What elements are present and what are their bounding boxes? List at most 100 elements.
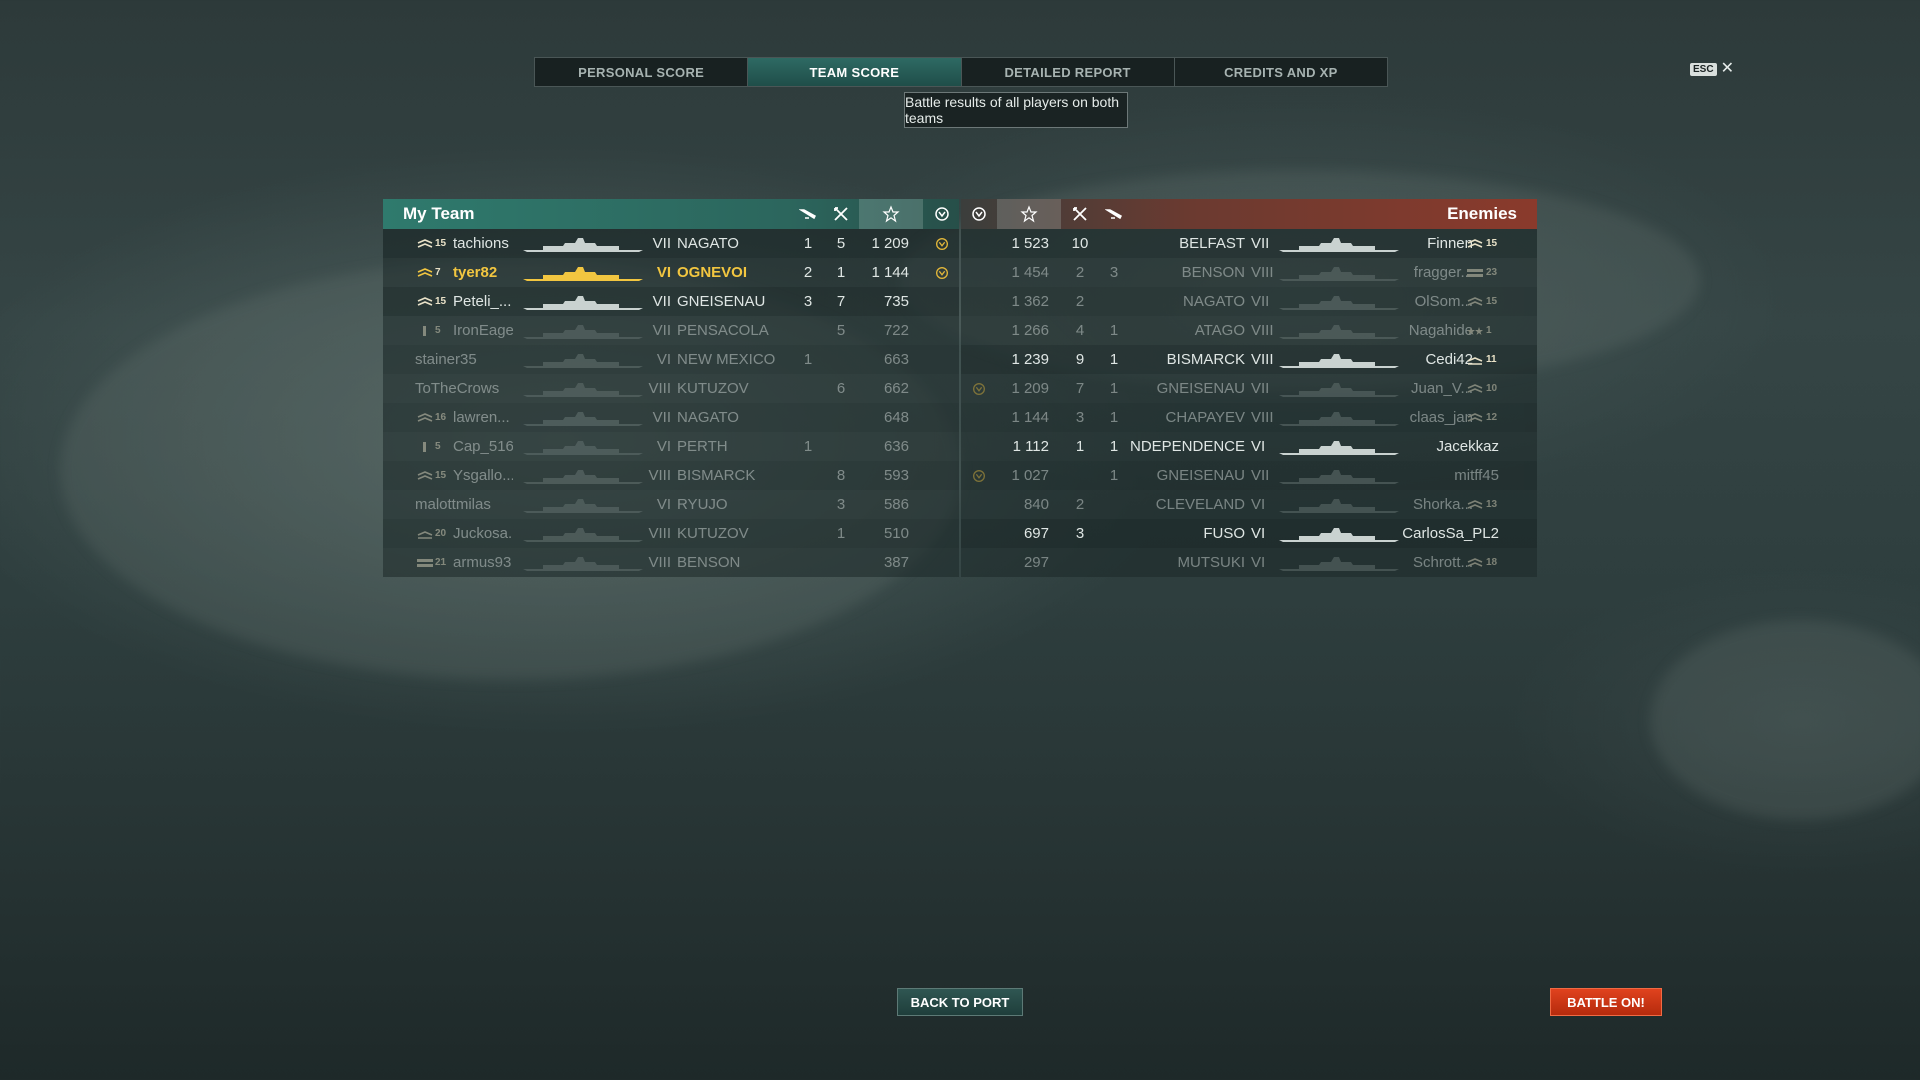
enemy-team-row[interactable]: 1 112 1 1 INDEPENDENCE VI Jacekkaz bbox=[961, 432, 1537, 461]
player-name: Shorka... bbox=[1412, 496, 1473, 513]
enemy-team-row[interactable]: 840 2 CLEVELAND VI Shorka... 13 bbox=[961, 490, 1537, 519]
ship-tier: VIII bbox=[648, 467, 671, 484]
enemy-team-row[interactable]: 1 266 4 1 ATAGO VIII Nagahide 1 bbox=[961, 316, 1537, 345]
base-xp: 1 112 bbox=[1012, 438, 1049, 455]
ship-tier: VIII bbox=[1251, 264, 1274, 281]
my-team-row[interactable]: 7 tyer82 VI OGNEVOI 2 1 1 144 bbox=[383, 258, 959, 287]
ship-silhouette-icon bbox=[523, 409, 643, 427]
base-xp: 1 239 bbox=[1011, 351, 1049, 368]
ship-kills: 1 bbox=[836, 264, 846, 281]
ship-name: GNEISENAU bbox=[1156, 380, 1245, 397]
enemy-team-row[interactable]: 1 362 2 NAGATO VII OlSom... 15 bbox=[961, 287, 1537, 316]
player-name: malottmilas bbox=[415, 496, 491, 513]
player-name: ToTheCrows bbox=[415, 380, 500, 397]
my-team-title: My Team bbox=[403, 204, 475, 223]
ship-tier: VI bbox=[1251, 496, 1266, 513]
my-team-row[interactable]: malottmilas VI RYUJO 3 586 bbox=[383, 490, 959, 519]
close-icon: ✕ bbox=[1720, 60, 1734, 77]
plane-kills: 3 bbox=[1109, 264, 1119, 281]
plane-kills bbox=[793, 548, 823, 577]
player-rank: 23 bbox=[1486, 267, 1498, 278]
ship-name: ATAGO bbox=[1194, 322, 1245, 339]
player-name: armus93 bbox=[453, 554, 512, 571]
player-name: lawren... bbox=[453, 409, 510, 426]
plane-kills: 1 bbox=[1109, 438, 1119, 455]
ship-silhouette-icon bbox=[1279, 467, 1399, 485]
ship-tier: VII bbox=[652, 235, 671, 252]
enemy-team-row[interactable]: 297 MUTSUKI VI Schrott... 18 bbox=[961, 548, 1537, 577]
enemy-team-row[interactable]: 1 454 2 3 BENSON VIII fragger... 23 bbox=[961, 258, 1537, 287]
ship-tier: VII bbox=[1251, 293, 1270, 310]
tab-detailed-report[interactable]: DETAILED REPORT bbox=[962, 58, 1175, 86]
plane-kills: 1 bbox=[803, 438, 813, 455]
ship-kills: 6 bbox=[836, 380, 846, 397]
plane-kills bbox=[1099, 229, 1129, 258]
my-team-row[interactable]: 16 lawren... VII NAGATO 648 bbox=[383, 403, 959, 432]
survived-icon bbox=[925, 229, 959, 258]
star-icon bbox=[997, 199, 1061, 229]
star-icon bbox=[859, 199, 923, 229]
base-xp: 1 144 bbox=[1011, 409, 1049, 426]
my-team-row[interactable]: stainer35 VI NEW MEXICO 1 663 bbox=[383, 345, 959, 374]
ship-silhouette-icon bbox=[523, 496, 643, 514]
my-team-row[interactable]: 15 Peteli_... VII GNEISENAU 3 7 735 bbox=[383, 287, 959, 316]
ship-kills: 2 bbox=[1075, 264, 1085, 281]
rank-icon bbox=[417, 316, 435, 345]
player-name: Schrott... bbox=[1412, 554, 1473, 571]
base-xp: 510 bbox=[883, 525, 909, 542]
ship-tier: VII bbox=[652, 293, 671, 310]
tab-bar: PERSONAL SCORE TEAM SCORE DETAILED REPOR… bbox=[534, 57, 1388, 87]
enemy-team-row[interactable]: 1 239 9 1 BISMARCK VIII Cedi42 11 bbox=[961, 345, 1537, 374]
enemy-team-header: Enemies bbox=[961, 199, 1537, 229]
player-rank: 20 bbox=[435, 528, 447, 539]
tab-team-score[interactable]: TEAM SCORE bbox=[748, 58, 962, 86]
ship-silhouette-icon bbox=[523, 467, 643, 485]
my-team-row[interactable]: 15 tachions VII NAGATO 1 5 1 209 bbox=[383, 229, 959, 258]
my-team-row[interactable]: 15 Ysgallo... VIII BISMARCK 8 593 bbox=[383, 461, 959, 490]
ship-name: KUTUZOV bbox=[677, 380, 749, 397]
ship-kills: 5 bbox=[836, 322, 846, 339]
ship-name: OGNEVOI bbox=[677, 264, 748, 281]
ship-silhouette-icon bbox=[1279, 525, 1399, 543]
plane-kills: 1 bbox=[1109, 467, 1119, 484]
close-button[interactable]: ESC ✕ bbox=[1690, 60, 1734, 77]
my-team-row[interactable]: ToTheCrows VIII KUTUZOV 6 662 bbox=[383, 374, 959, 403]
plane-kills bbox=[793, 316, 823, 345]
base-xp: 840 bbox=[1023, 496, 1049, 513]
ship-silhouette-icon bbox=[1279, 293, 1399, 311]
ship-name: RYUJO bbox=[677, 496, 728, 513]
ship-kills bbox=[826, 345, 856, 374]
rank-icon bbox=[417, 548, 435, 577]
player-name: tachions bbox=[453, 235, 509, 252]
base-xp: 586 bbox=[883, 496, 909, 513]
plane-kills-icon bbox=[793, 199, 823, 229]
player-rank: 15 bbox=[1486, 296, 1498, 307]
my-team-row[interactable]: 21 armus93 VIII BENSON 387 bbox=[383, 548, 959, 577]
ship-kills bbox=[1065, 548, 1095, 577]
rank-icon bbox=[1467, 345, 1485, 374]
ship-tier: VI bbox=[656, 264, 671, 281]
plane-kills: 1 bbox=[1109, 409, 1119, 426]
enemy-team-row[interactable]: 1 027 1 GNEISENAU VII mitff45 bbox=[961, 461, 1537, 490]
my-team-row[interactable]: 20 Juckosa... VIII KUTUZOV 1 510 bbox=[383, 519, 959, 548]
player-rank: 15 bbox=[1486, 238, 1498, 249]
rank-icon bbox=[417, 258, 435, 287]
tab-credits-and-xp[interactable]: CREDITS AND XP bbox=[1175, 58, 1387, 86]
enemy-team-row[interactable]: 1 209 7 1 GNEISENAU VII Juan_V... 10 bbox=[961, 374, 1537, 403]
my-team-row[interactable]: 5 IronEagel VII PENSACOLA 5 722 bbox=[383, 316, 959, 345]
player-rank: 5 bbox=[435, 325, 441, 336]
plane-kills: 1 bbox=[1109, 380, 1119, 397]
enemy-team-row[interactable]: 697 3 FUSO VI CarlosSa_PL2 bbox=[961, 519, 1537, 548]
rank-icon bbox=[417, 432, 435, 461]
battle-on-button[interactable]: BATTLE ON! bbox=[1550, 988, 1662, 1016]
my-team-row[interactable]: 5 Cap_516 VI PERTH 1 636 bbox=[383, 432, 959, 461]
ship-name: BISMARCK bbox=[1166, 351, 1245, 368]
player-rank: 11 bbox=[1486, 354, 1497, 365]
enemy-team-row[interactable]: 1 523 10 BELFAST VII Finnen 15 bbox=[961, 229, 1537, 258]
my-team-table: My Team 15 tachions VII NAGATO 1 5 1 209 7 tyer8… bbox=[383, 199, 959, 577]
ship-name: BENSON bbox=[1181, 264, 1245, 281]
tab-personal-score[interactable]: PERSONAL SCORE bbox=[535, 58, 749, 86]
plane-kills bbox=[793, 374, 823, 403]
back-to-port-button[interactable]: BACK TO PORT bbox=[897, 988, 1023, 1016]
enemy-team-row[interactable]: 1 144 3 1 CHAPAYEV VIII claas_jan 12 bbox=[961, 403, 1537, 432]
